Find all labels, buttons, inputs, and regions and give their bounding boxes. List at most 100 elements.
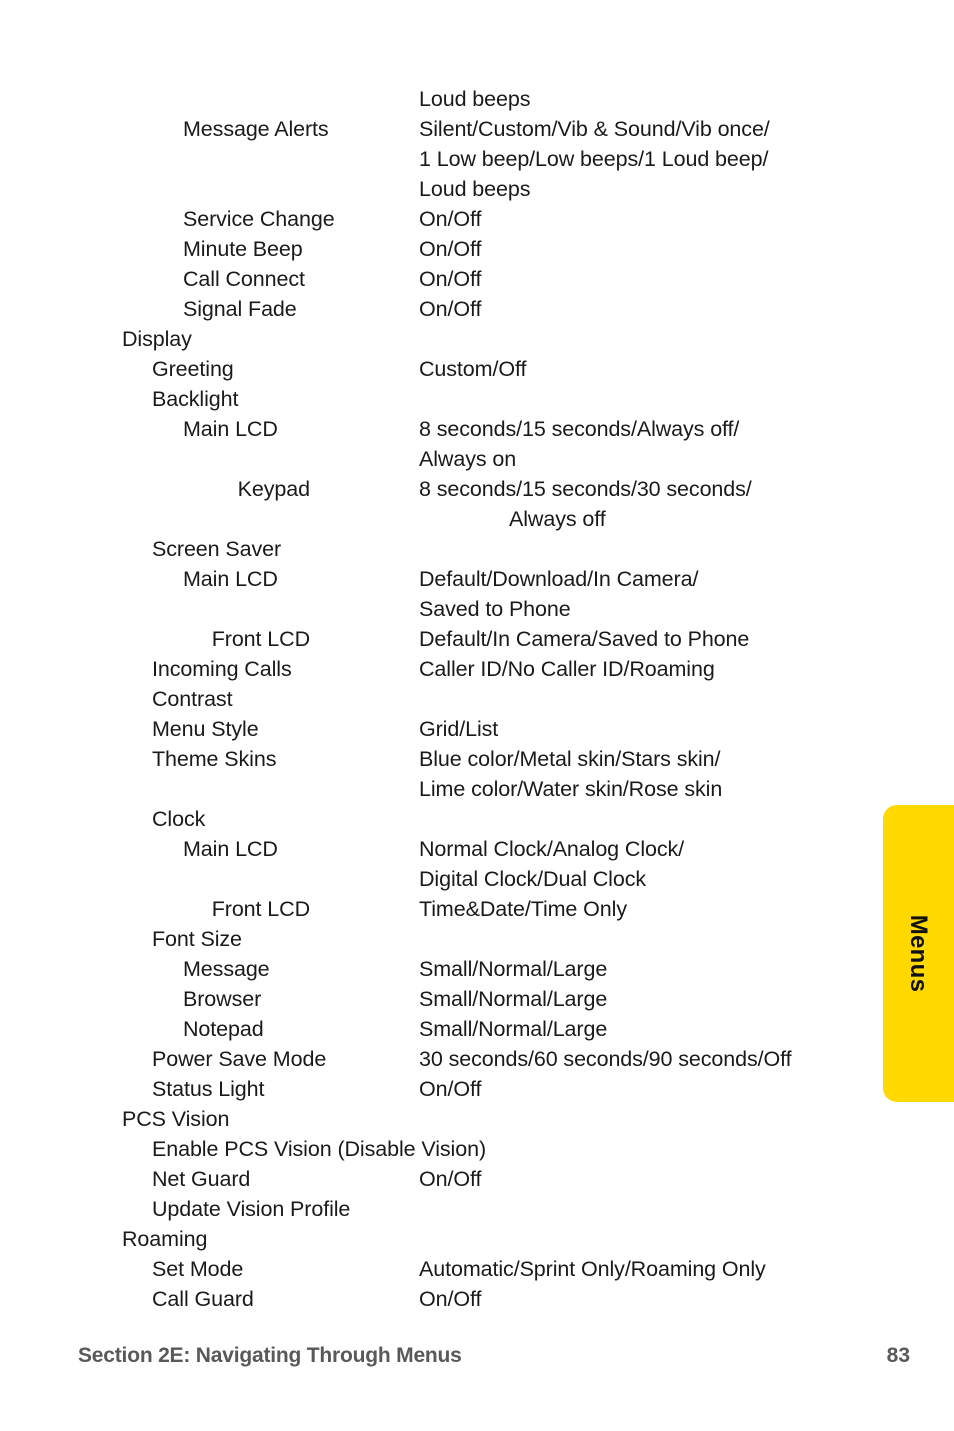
menu-row-values: On/Off: [419, 294, 954, 324]
menu-row-value-empty: [419, 804, 934, 834]
menu-row-values: 8 seconds/15 seconds/30 seconds/Always o…: [419, 474, 954, 534]
menu-row: Message Small/Normal/Large: [0, 954, 954, 984]
menu-row-value-empty: [419, 684, 934, 714]
menu-row-value-line: On/Off: [419, 237, 482, 261]
menu-row-value-line: Time&Date/Time Only: [419, 897, 627, 921]
menu-row: Loud beeps: [0, 84, 954, 114]
menu-row: Enable PCS Vision (Disable Vision): [0, 1134, 954, 1164]
menu-row: Incoming Calls Caller ID/No Caller ID/Roa…: [0, 654, 954, 684]
menu-row-value-line: Saved to Phone: [419, 597, 571, 621]
menu-row-label: Browser: [183, 987, 262, 1011]
menu-row: Power Save Mode 30 seconds/60 seconds/90 …: [0, 1044, 954, 1074]
menu-row-values: On/Off: [419, 234, 954, 264]
menu-row-label: Font Size: [152, 927, 242, 951]
menu-row-value-line: 8 seconds/15 seconds/Always off/: [419, 417, 740, 441]
menu-row-value-empty: [419, 1104, 934, 1134]
menu-row-values: Small/Normal/Large: [419, 954, 954, 984]
menu-row-values: [419, 324, 954, 354]
menu-row-values: Automatic/Sprint Only/Roaming Only: [419, 1254, 954, 1284]
menu-row: Net Guard On/Off: [0, 1164, 954, 1194]
menu-row-value-line: On/Off: [419, 267, 482, 291]
menu-row: Roaming: [0, 1224, 954, 1254]
menu-row: Call Connect On/Off: [0, 264, 954, 294]
menu-row-label: Roaming: [122, 1227, 208, 1251]
menu-row-value-empty: [419, 1194, 934, 1224]
menu-row-value-line: Small/Normal/Large: [419, 1017, 608, 1041]
menu-row-value-line: Small/Normal/Large: [419, 957, 608, 981]
menu-row-values: 30 seconds/60 seconds/90 seconds/Off: [419, 1044, 954, 1074]
menu-row-value-line: 1 Low beep/Low beeps/1 Loud beep/: [419, 147, 769, 171]
menu-row-label: Service Change: [183, 207, 335, 231]
menu-row-values: Loud beeps: [419, 84, 954, 114]
menu-row: Notepad Small/Normal/Large: [0, 1014, 954, 1044]
menu-row-value-line: Always on: [419, 447, 517, 471]
menu-row-label: Front LCD: [211, 627, 310, 651]
menu-row-value-empty: [419, 1224, 934, 1254]
menu-row: Display: [0, 324, 954, 354]
menu-row-value-line: Loud beeps: [419, 177, 531, 201]
menu-row-values: Default/In Camera/Saved to Phone: [419, 624, 954, 654]
menu-row: Service Change On/Off: [0, 204, 954, 234]
menu-row-label: PCS Vision: [122, 1107, 230, 1131]
menu-row-values: [419, 684, 954, 714]
menu-row-value-empty: [419, 924, 934, 954]
menu-row: Screen Saver: [0, 534, 954, 564]
menu-row-value-empty: [419, 324, 934, 354]
menu-row-values: Small/Normal/Large: [419, 984, 954, 1014]
menu-row-values: On/Off: [419, 264, 954, 294]
menu-row-value-line: Grid/List: [419, 717, 499, 741]
menu-row: Backlight: [0, 384, 954, 414]
menu-row: Menu Style Grid/List: [0, 714, 954, 744]
menu-row-label: Signal Fade: [183, 297, 297, 321]
menu-row-value-line: Default/In Camera/Saved to Phone: [419, 627, 750, 651]
menu-row-values: Small/Normal/Large: [419, 1014, 954, 1044]
menu-row-label: Incoming Calls: [152, 657, 292, 681]
menu-row: PCS Vision: [0, 1104, 954, 1134]
menu-row-values: [419, 534, 954, 564]
menu-row-values: Default/Download/In Camera/Saved to Phon…: [419, 564, 954, 624]
section-thumb-tab-label: Menus: [905, 914, 932, 993]
menu-row: Main LCD Default/Download/In Camera/Saved…: [0, 564, 954, 624]
menu-row-values: Custom/Off: [419, 354, 954, 384]
menu-row-value-line: Custom/Off: [419, 357, 527, 381]
menu-row-label: Clock: [152, 807, 206, 831]
menu-row-label: Call Connect: [183, 267, 305, 291]
menu-row-value-empty: [419, 534, 934, 564]
menu-row-values: On/Off: [419, 1284, 954, 1314]
section-thumb-tab-menus: Menus: [883, 805, 954, 1102]
menu-row-label: Set Mode: [152, 1257, 244, 1281]
menu-row: Front LCD Default/In Camera/Saved to Phon…: [0, 624, 954, 654]
menu-row-value-line: Lime color/Water skin/Rose skin: [419, 777, 723, 801]
menu-row-values: On/Off: [419, 1074, 954, 1104]
menu-row: Greeting Custom/Off: [0, 354, 954, 384]
menu-row-label: Message Alerts: [183, 117, 329, 141]
menu-row-label: Minute Beep: [183, 237, 303, 261]
page-footer: Section 2E: Navigating Through Menus 83: [78, 1344, 910, 1368]
menu-row-value-line: Caller ID/No Caller ID/Roaming: [419, 657, 715, 681]
menu-row: Clock: [0, 804, 954, 834]
menu-row-label: Main LCD: [183, 567, 278, 591]
menu-row-label: Front LCD: [211, 897, 310, 921]
menu-row-value-line: Blue color/Metal skin/Stars skin/: [419, 747, 721, 771]
menu-row-label: Notepad: [183, 1017, 264, 1041]
menu-row-label: Display: [122, 327, 192, 351]
menu-row-label: Screen Saver: [152, 537, 282, 561]
menu-row-label: Contrast: [152, 687, 233, 711]
menu-row-value-line: Loud beeps: [419, 87, 531, 111]
menu-row: Contrast: [0, 684, 954, 714]
footer-section-title: Section 2E: Navigating Through Menus: [78, 1344, 462, 1367]
menu-row-values: [419, 1224, 954, 1254]
menu-row-value-line: On/Off: [419, 207, 482, 231]
menu-row: Message Alerts Silent/Custom/Vib & Sound/…: [0, 114, 954, 204]
menu-row-value-line: On/Off: [419, 297, 482, 321]
menu-row-value-line: Always off: [509, 507, 606, 531]
menu-row: Theme Skins Blue color/Metal skin/Stars s…: [0, 744, 954, 804]
menu-row-label: Keypad: [237, 477, 310, 501]
menu-row-value-line: On/Off: [419, 1167, 482, 1191]
menu-row: Call Guard On/Off: [0, 1284, 954, 1314]
menu-row-values: [419, 804, 954, 834]
menu-row-value-line: On/Off: [419, 1287, 482, 1311]
menu-row-values: [419, 1134, 954, 1164]
menu-row-values: Grid/List: [419, 714, 954, 744]
menu-row: Browser Small/Normal/Large: [0, 984, 954, 1014]
